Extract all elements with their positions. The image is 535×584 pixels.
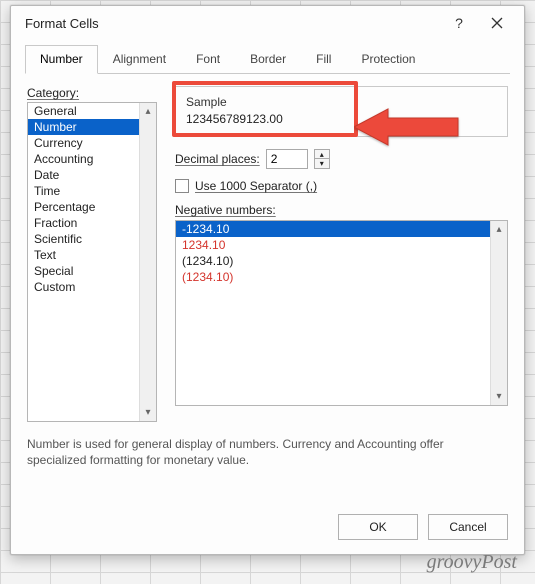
category-items: General Number Currency Accounting Date … (28, 103, 139, 295)
category-item-percentage[interactable]: Percentage (28, 199, 139, 215)
thousands-separator-checkbox[interactable] (175, 179, 189, 193)
thousands-separator-row: Use 1000 Separator (,) (175, 179, 508, 193)
negative-option-1[interactable]: -1234.10 (176, 221, 490, 237)
scroll-down-icon[interactable]: ▾ (140, 404, 156, 421)
tab-protection[interactable]: Protection (346, 45, 430, 74)
category-listbox[interactable]: General Number Currency Accounting Date … (27, 102, 157, 422)
close-icon (491, 17, 503, 29)
category-item-custom[interactable]: Custom (28, 279, 139, 295)
dialog-footer: OK Cancel (11, 504, 524, 554)
annotation-highlight-box (172, 81, 358, 137)
sample-label: Sample (186, 95, 497, 109)
main-row: Category: General Number Currency Accoun… (27, 86, 508, 422)
category-label: Category: (27, 86, 157, 100)
category-item-number[interactable]: Number (28, 119, 139, 135)
scroll-up-icon[interactable]: ▴ (491, 221, 507, 238)
tab-number[interactable]: Number (25, 45, 98, 74)
options-column: Sample 123456789123.00 Decimal places: ▴… (175, 86, 508, 422)
category-item-date[interactable]: Date (28, 167, 139, 183)
scroll-track[interactable] (140, 120, 156, 404)
spinner-up-icon[interactable]: ▴ (315, 150, 329, 159)
negative-option-3[interactable]: (1234.10) (176, 253, 490, 269)
titlebar: Format Cells ? (11, 6, 524, 40)
negative-numbers-section: Negative numbers: -1234.10 1234.10 (1234… (175, 203, 508, 406)
category-item-accounting[interactable]: Accounting (28, 151, 139, 167)
scroll-down-icon[interactable]: ▾ (491, 388, 507, 405)
sample-group: Sample 123456789123.00 (175, 86, 508, 137)
dialog-body: Category: General Number Currency Accoun… (11, 74, 524, 504)
category-item-text[interactable]: Text (28, 247, 139, 263)
category-item-time[interactable]: Time (28, 183, 139, 199)
category-item-special[interactable]: Special (28, 263, 139, 279)
category-item-general[interactable]: General (28, 103, 139, 119)
scroll-up-icon[interactable]: ▴ (140, 103, 156, 120)
dialog-title: Format Cells (25, 16, 440, 31)
tab-alignment[interactable]: Alignment (98, 45, 181, 74)
tab-fill[interactable]: Fill (301, 45, 346, 74)
tab-font[interactable]: Font (181, 45, 235, 74)
category-column: Category: General Number Currency Accoun… (27, 86, 157, 422)
help-button[interactable]: ? (440, 6, 478, 40)
format-cells-dialog: Format Cells ? Number Alignment Font Bor… (10, 5, 525, 555)
category-scrollbar[interactable]: ▴ ▾ (139, 103, 156, 421)
negative-scrollbar[interactable]: ▴ ▾ (490, 221, 507, 405)
spinner-down-icon[interactable]: ▾ (315, 159, 329, 168)
tab-border[interactable]: Border (235, 45, 301, 74)
ok-button[interactable]: OK (338, 514, 418, 540)
cancel-button[interactable]: Cancel (428, 514, 508, 540)
scroll-track[interactable] (491, 238, 507, 388)
category-item-currency[interactable]: Currency (28, 135, 139, 151)
decimal-places-spinner[interactable]: ▴ ▾ (314, 149, 330, 169)
close-button[interactable] (478, 6, 516, 40)
thousands-separator-label[interactable]: Use 1000 Separator (,) (195, 179, 317, 193)
sample-value: 123456789123.00 (186, 112, 497, 126)
format-description: Number is used for general display of nu… (27, 436, 497, 468)
negative-numbers-listbox[interactable]: -1234.10 1234.10 (1234.10) (1234.10) ▴ ▾ (175, 220, 508, 406)
decimal-places-row: Decimal places: ▴ ▾ (175, 149, 508, 169)
negative-option-2[interactable]: 1234.10 (176, 237, 490, 253)
decimal-places-label: Decimal places: (175, 152, 260, 166)
negative-numbers-label: Negative numbers: (175, 203, 276, 217)
tab-strip: Number Alignment Font Border Fill Protec… (25, 44, 510, 74)
category-item-fraction[interactable]: Fraction (28, 215, 139, 231)
negative-option-4[interactable]: (1234.10) (176, 269, 490, 285)
category-item-scientific[interactable]: Scientific (28, 231, 139, 247)
decimal-places-input[interactable] (266, 149, 308, 169)
